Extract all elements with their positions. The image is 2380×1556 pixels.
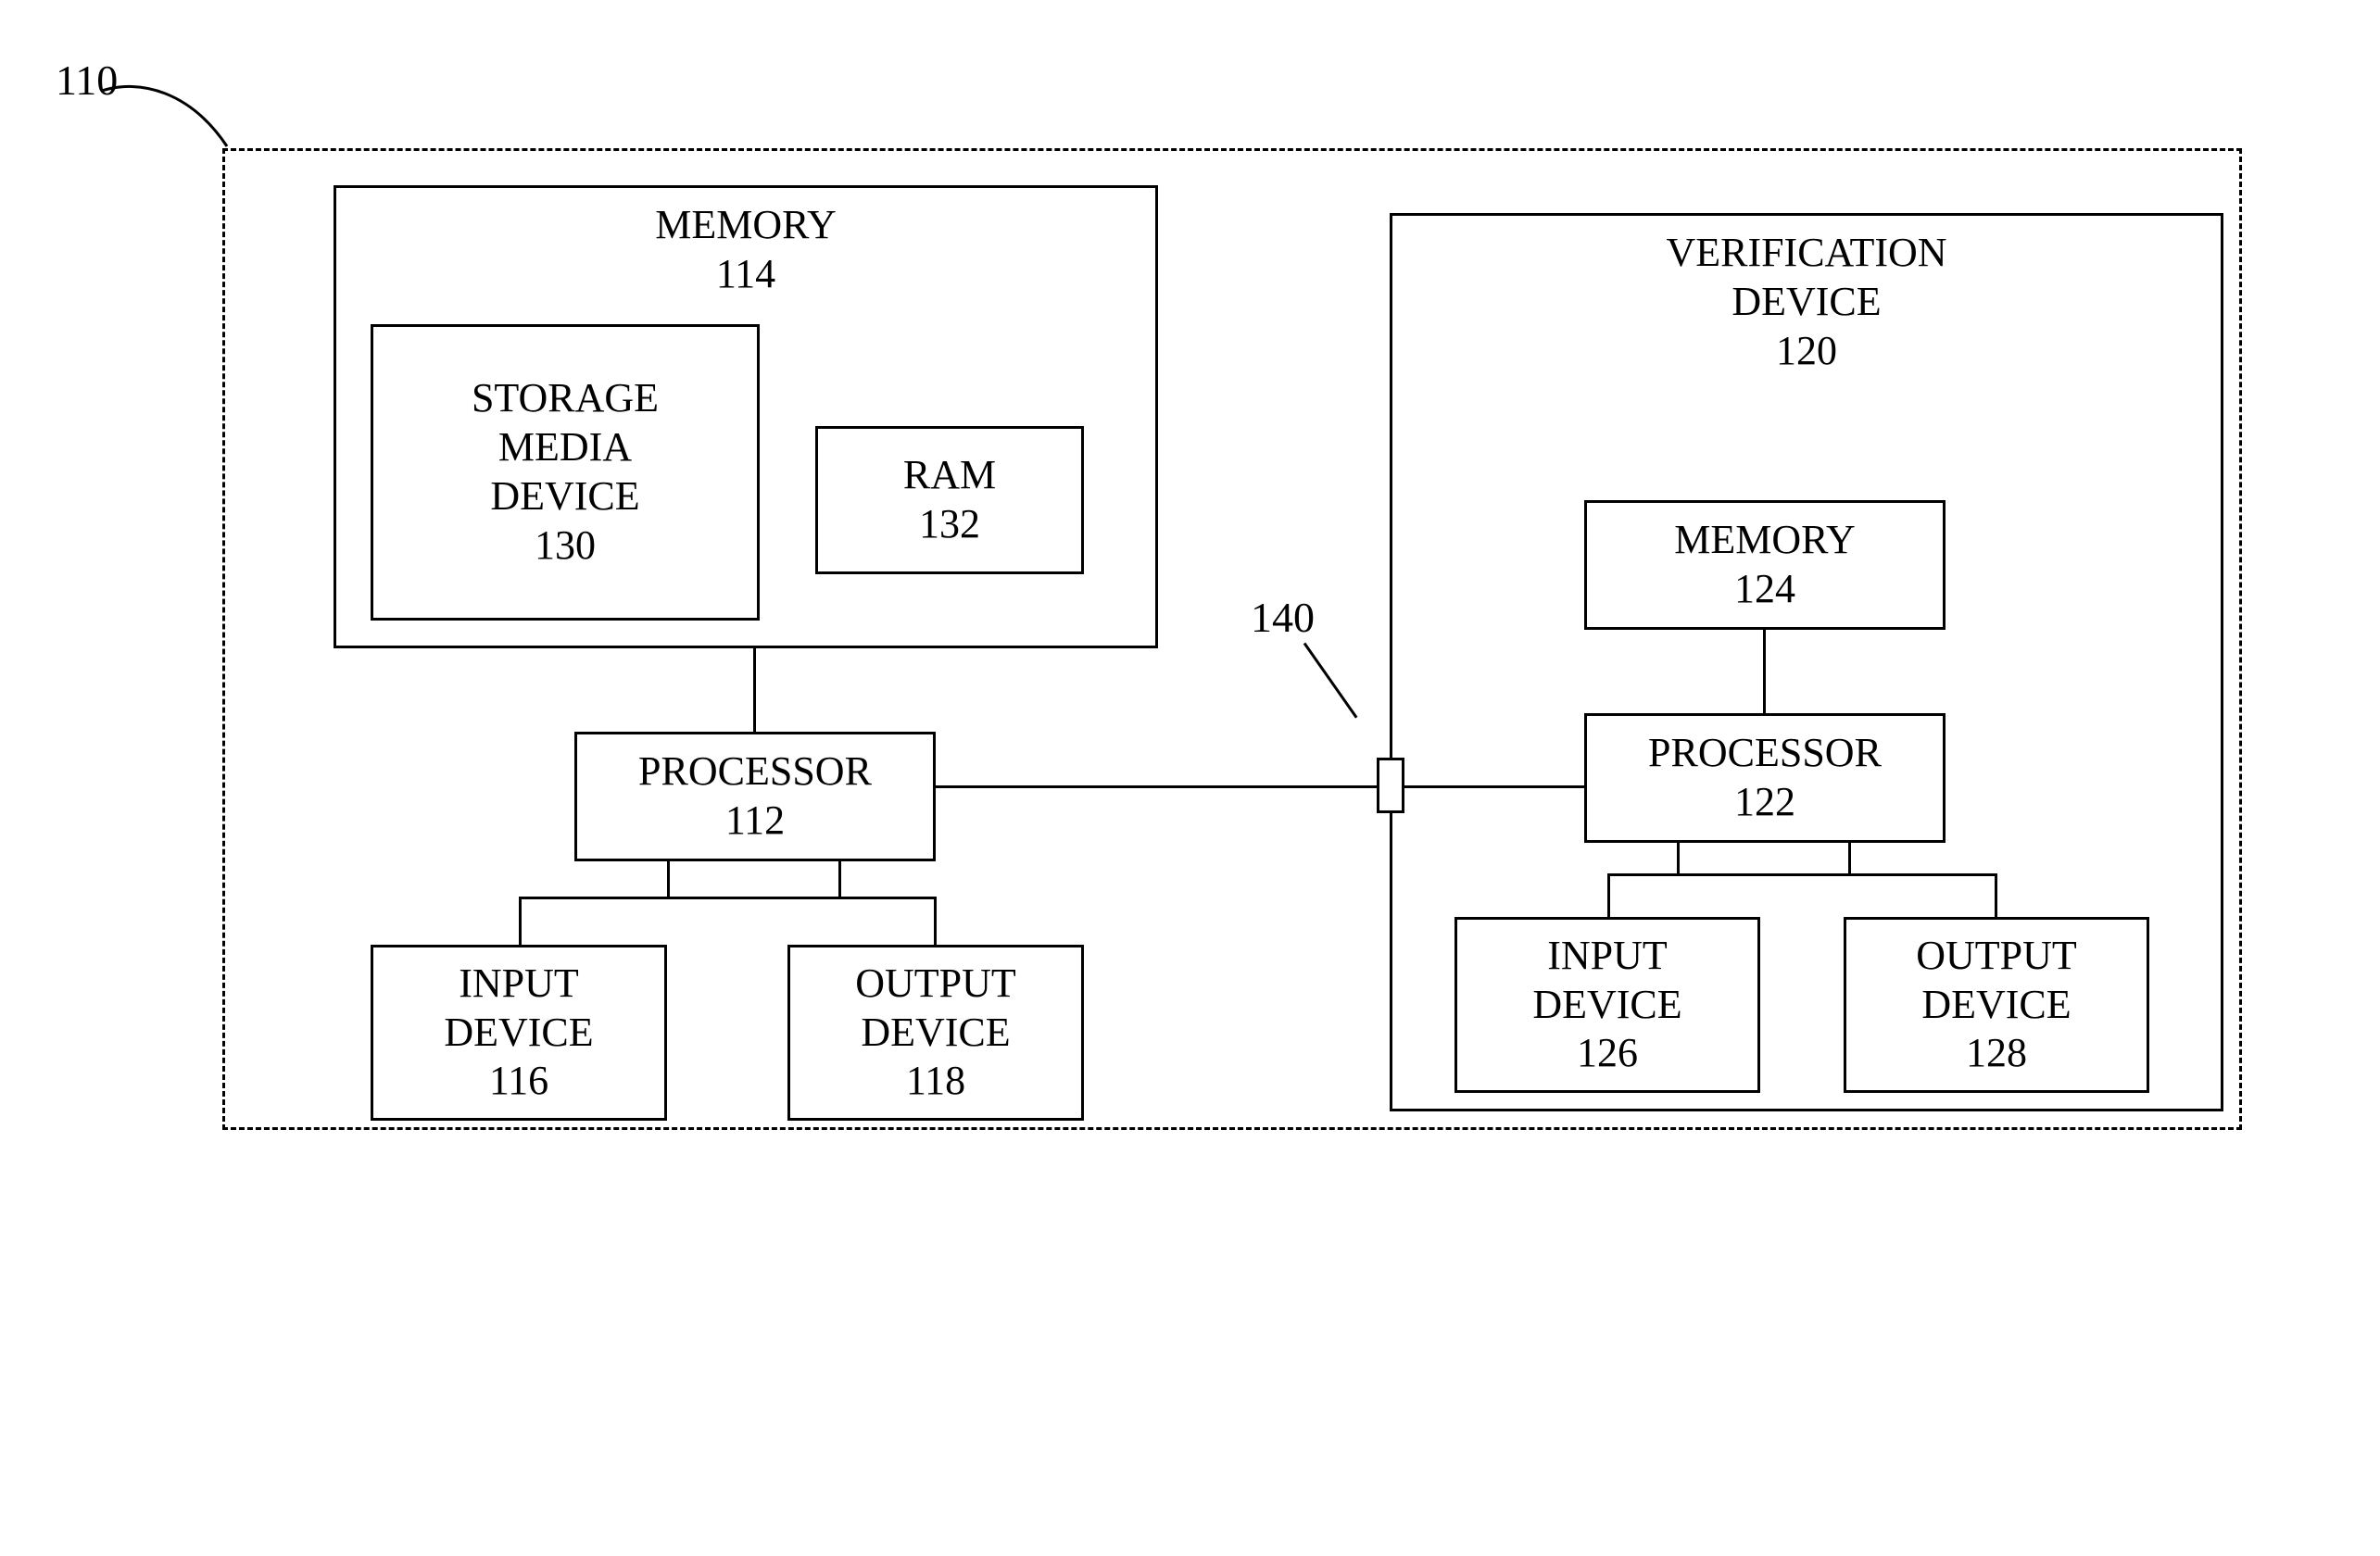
ram-ref: 132 xyxy=(919,500,980,549)
conn-mem-proc-left xyxy=(753,648,756,732)
storage-title-line1: STORAGE xyxy=(472,374,659,423)
input-right-title-l2: DEVICE xyxy=(1532,981,1681,1030)
system-ref-leader xyxy=(102,74,241,167)
memory-ref: 114 xyxy=(716,250,775,299)
input-right-block: INPUT DEVICE 126 xyxy=(1454,917,1760,1093)
output-left-ref: 118 xyxy=(906,1057,965,1106)
ram-title: RAM xyxy=(903,451,996,500)
memory-right-block: MEMORY 124 xyxy=(1584,500,1946,630)
processor-left-ref: 112 xyxy=(725,797,785,846)
input-left-ref: 116 xyxy=(489,1057,548,1106)
verification-title-l2: DEVICE xyxy=(1731,278,1881,327)
input-left-title-l1: INPUT xyxy=(459,960,579,1009)
conn-proc-down-left-a xyxy=(667,861,670,898)
interconnect-ref-label: 140 xyxy=(1251,593,1315,642)
processor-right-block: PROCESSOR 122 xyxy=(1584,713,1946,843)
conn-proc-down-right-a xyxy=(1677,843,1680,875)
conn-mem-proc-right xyxy=(1763,630,1766,713)
processor-right-title: PROCESSOR xyxy=(1648,729,1882,778)
input-left-block: INPUT DEVICE 116 xyxy=(371,945,667,1121)
verification-ref: 120 xyxy=(1776,327,1837,376)
memory-right-ref: 124 xyxy=(1734,565,1795,614)
input-left-title-l2: DEVICE xyxy=(444,1009,593,1058)
processor-right-ref: 122 xyxy=(1734,778,1795,827)
conn-proc-down-right-b xyxy=(1848,843,1851,875)
storage-media-device-block: STORAGE MEDIA DEVICE 130 xyxy=(371,324,760,621)
memory-right-title: MEMORY xyxy=(1674,516,1856,565)
conn-proc-down-right-hz xyxy=(1607,873,1996,876)
output-right-title-l1: OUTPUT xyxy=(1916,932,2077,981)
output-left-block: OUTPUT DEVICE 118 xyxy=(787,945,1084,1121)
ram-block: RAM 132 xyxy=(815,426,1084,574)
conn-proc-to-output-left xyxy=(934,897,937,945)
conn-proc-down-left-b xyxy=(838,861,841,898)
verification-title-l1: VERIFICATION xyxy=(1666,229,1946,278)
conn-proc-to-input-left xyxy=(519,897,522,945)
diagram-canvas: 110 MEMORY 114 STORAGE MEDIA DEVICE 130 … xyxy=(0,0,2380,1556)
output-right-ref: 128 xyxy=(1966,1029,2027,1078)
processor-left-title: PROCESSOR xyxy=(638,747,872,797)
storage-title-line3: DEVICE xyxy=(490,472,639,521)
conn-proc-down-left-hz xyxy=(519,897,936,899)
output-right-title-l2: DEVICE xyxy=(1921,981,2071,1030)
input-right-ref: 126 xyxy=(1577,1029,1638,1078)
conn-proc-to-output-right xyxy=(1995,873,1997,917)
storage-title-line2: MEDIA xyxy=(498,423,632,472)
conn-interconnect-to-proc-right xyxy=(1404,785,1584,788)
memory-title: MEMORY xyxy=(655,201,837,250)
interconnect-box xyxy=(1377,758,1404,813)
processor-left-block: PROCESSOR 112 xyxy=(574,732,936,861)
conn-proc-left-to-interconnect xyxy=(936,785,1377,788)
input-right-title-l1: INPUT xyxy=(1547,932,1668,981)
output-right-block: OUTPUT DEVICE 128 xyxy=(1844,917,2149,1093)
output-left-title-l2: DEVICE xyxy=(861,1009,1010,1058)
output-left-title-l1: OUTPUT xyxy=(855,960,1016,1009)
storage-ref: 130 xyxy=(535,521,596,571)
conn-proc-to-input-right xyxy=(1607,873,1610,917)
